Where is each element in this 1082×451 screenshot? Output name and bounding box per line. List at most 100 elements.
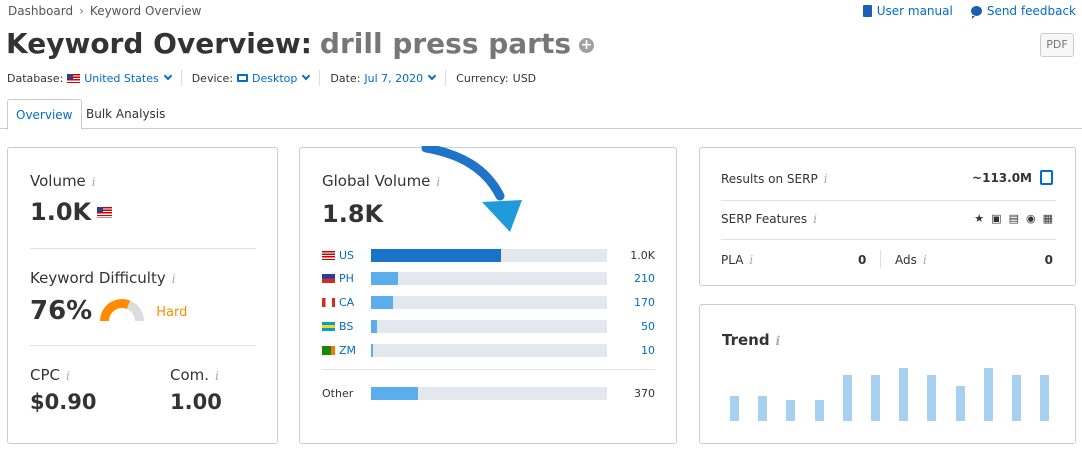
trend-bar [927, 375, 937, 421]
features-label: SERP Features [721, 212, 808, 226]
image-icon[interactable]: ▤ [1009, 212, 1019, 225]
ads-label: Ads [895, 253, 917, 267]
volume-value: 1.0K [30, 198, 92, 226]
volume-bar-track [371, 387, 607, 400]
bs-flag-icon [322, 321, 335, 331]
info-icon[interactable]: i [66, 369, 70, 383]
country-cell: Other [322, 387, 356, 400]
trend-bar [786, 400, 796, 421]
add-keyword-icon[interactable]: + [579, 38, 595, 53]
tab-bulk-analysis[interactable]: Bulk Analysis [78, 99, 173, 129]
country-cell[interactable]: BS [322, 320, 356, 333]
breadcrumb-dashboard[interactable]: Dashboard [8, 4, 73, 18]
volume-bar-track [371, 296, 607, 309]
global-volume-row: CA 170 [322, 295, 655, 309]
country-code: CA [339, 295, 355, 309]
chat-icon [970, 6, 982, 19]
title-keyword: drill press parts [319, 27, 572, 60]
database-value: United States [84, 71, 159, 85]
chevron-down-icon [427, 71, 437, 81]
country-volume[interactable]: 10 [641, 344, 655, 357]
features-icons: ★ ▣ ▤ ◉ ▦ [974, 212, 1053, 225]
competition-label: Com. [170, 366, 210, 384]
country-code: BS [339, 319, 354, 333]
country-code: ZM [338, 343, 356, 357]
trend-bar [899, 368, 909, 421]
currency-filter: Currency: USD [456, 70, 546, 86]
trend-bar [758, 396, 768, 421]
trend-bar [955, 386, 965, 421]
country-cell[interactable]: PH [322, 272, 356, 285]
competition-heading: Com. i [170, 366, 219, 384]
info-icon[interactable]: i [749, 253, 753, 267]
star-icon[interactable]: ★ [974, 212, 984, 225]
send-feedback-link[interactable]: Send feedback [970, 4, 1076, 19]
info-icon[interactable]: i [92, 175, 96, 189]
volume-bar-track [371, 344, 607, 357]
title-prefix: Keyword Overview: [6, 27, 312, 60]
date-value: Jul 7, 2020 [364, 71, 424, 85]
global-volume-row: BS 50 [322, 319, 655, 333]
ads-heading: Ads i [895, 253, 927, 267]
breadcrumb: Dashboard › Keyword Overview [8, 4, 201, 18]
pdf-button[interactable]: PDF [1040, 33, 1074, 57]
database-select[interactable]: United States [67, 71, 172, 85]
pla-heading: PLA i [721, 253, 753, 267]
play-icon[interactable]: ◉ [1026, 212, 1036, 225]
results-heading: Results on SERP i [721, 172, 828, 186]
device-filter: Device: Desktop [192, 70, 321, 86]
divider [721, 239, 1056, 240]
pla-label: PLA [721, 253, 744, 267]
database-filter: Database: United States [7, 70, 182, 86]
date-label: Date: [330, 71, 361, 85]
trend-bar [983, 368, 993, 421]
country-cell[interactable]: US [322, 249, 356, 262]
competition-value: 1.00 [170, 390, 222, 414]
country-cell[interactable]: ZM [322, 344, 356, 357]
user-manual-link[interactable]: User manual [862, 4, 953, 18]
country-code: PH [339, 271, 354, 285]
volume-bar-fill [371, 320, 378, 333]
difficulty-gauge [100, 299, 144, 321]
info-icon[interactable]: i [172, 272, 176, 286]
results-value-row: ~113.0M [972, 170, 1053, 185]
info-icon[interactable]: i [923, 253, 927, 267]
date-select[interactable]: Jul 7, 2020 [364, 71, 437, 85]
country-code: US [339, 248, 355, 262]
serp-card: Results on SERP i ~113.0M SERP Features … [699, 147, 1076, 286]
volume-card: Volume i 1.0K Keyword Difficulty i 76% H… [7, 147, 278, 444]
pla-value: 0 [858, 253, 867, 267]
country-volume[interactable]: 170 [634, 296, 655, 309]
volume-label: Volume [30, 172, 86, 190]
chevron-down-icon [302, 71, 311, 81]
difficulty-heading: Keyword Difficulty i [30, 269, 176, 287]
divider [30, 345, 256, 346]
calendar-icon[interactable]: ▦ [1043, 212, 1053, 225]
volume-value-row: 1.0K [30, 198, 113, 226]
trend-bar [730, 396, 739, 421]
info-icon[interactable]: i [813, 212, 817, 226]
difficulty-level: Hard [156, 305, 188, 320]
country-volume[interactable]: 50 [641, 320, 655, 333]
info-icon[interactable]: i [776, 334, 781, 348]
trend-bar [814, 400, 824, 421]
divider [880, 250, 881, 268]
device-select[interactable]: Desktop [237, 71, 311, 85]
serp-list-icon[interactable] [1040, 170, 1053, 185]
zm-flag-icon [322, 345, 335, 355]
country-cell[interactable]: CA [322, 296, 356, 309]
arrow-icon [421, 146, 522, 232]
country-volume[interactable]: 210 [634, 272, 655, 285]
video-icon[interactable]: ▣ [991, 212, 1001, 225]
tab-overview[interactable]: Overview [7, 99, 82, 130]
global-volume-value: 1.8K [322, 200, 384, 228]
global-volume-row-other: Other 370 [322, 386, 655, 400]
trend-bar [842, 375, 852, 421]
volume-bar-fill [371, 272, 399, 285]
top-links: User manual Send feedback [862, 4, 1076, 19]
info-icon[interactable]: i [215, 369, 219, 383]
info-icon[interactable]: i [824, 172, 828, 186]
global-volume-row: PH 210 [322, 271, 655, 285]
breadcrumb-current: Keyword Overview [89, 4, 202, 18]
filters-bar: Database: United States Device: Desktop … [7, 70, 556, 86]
